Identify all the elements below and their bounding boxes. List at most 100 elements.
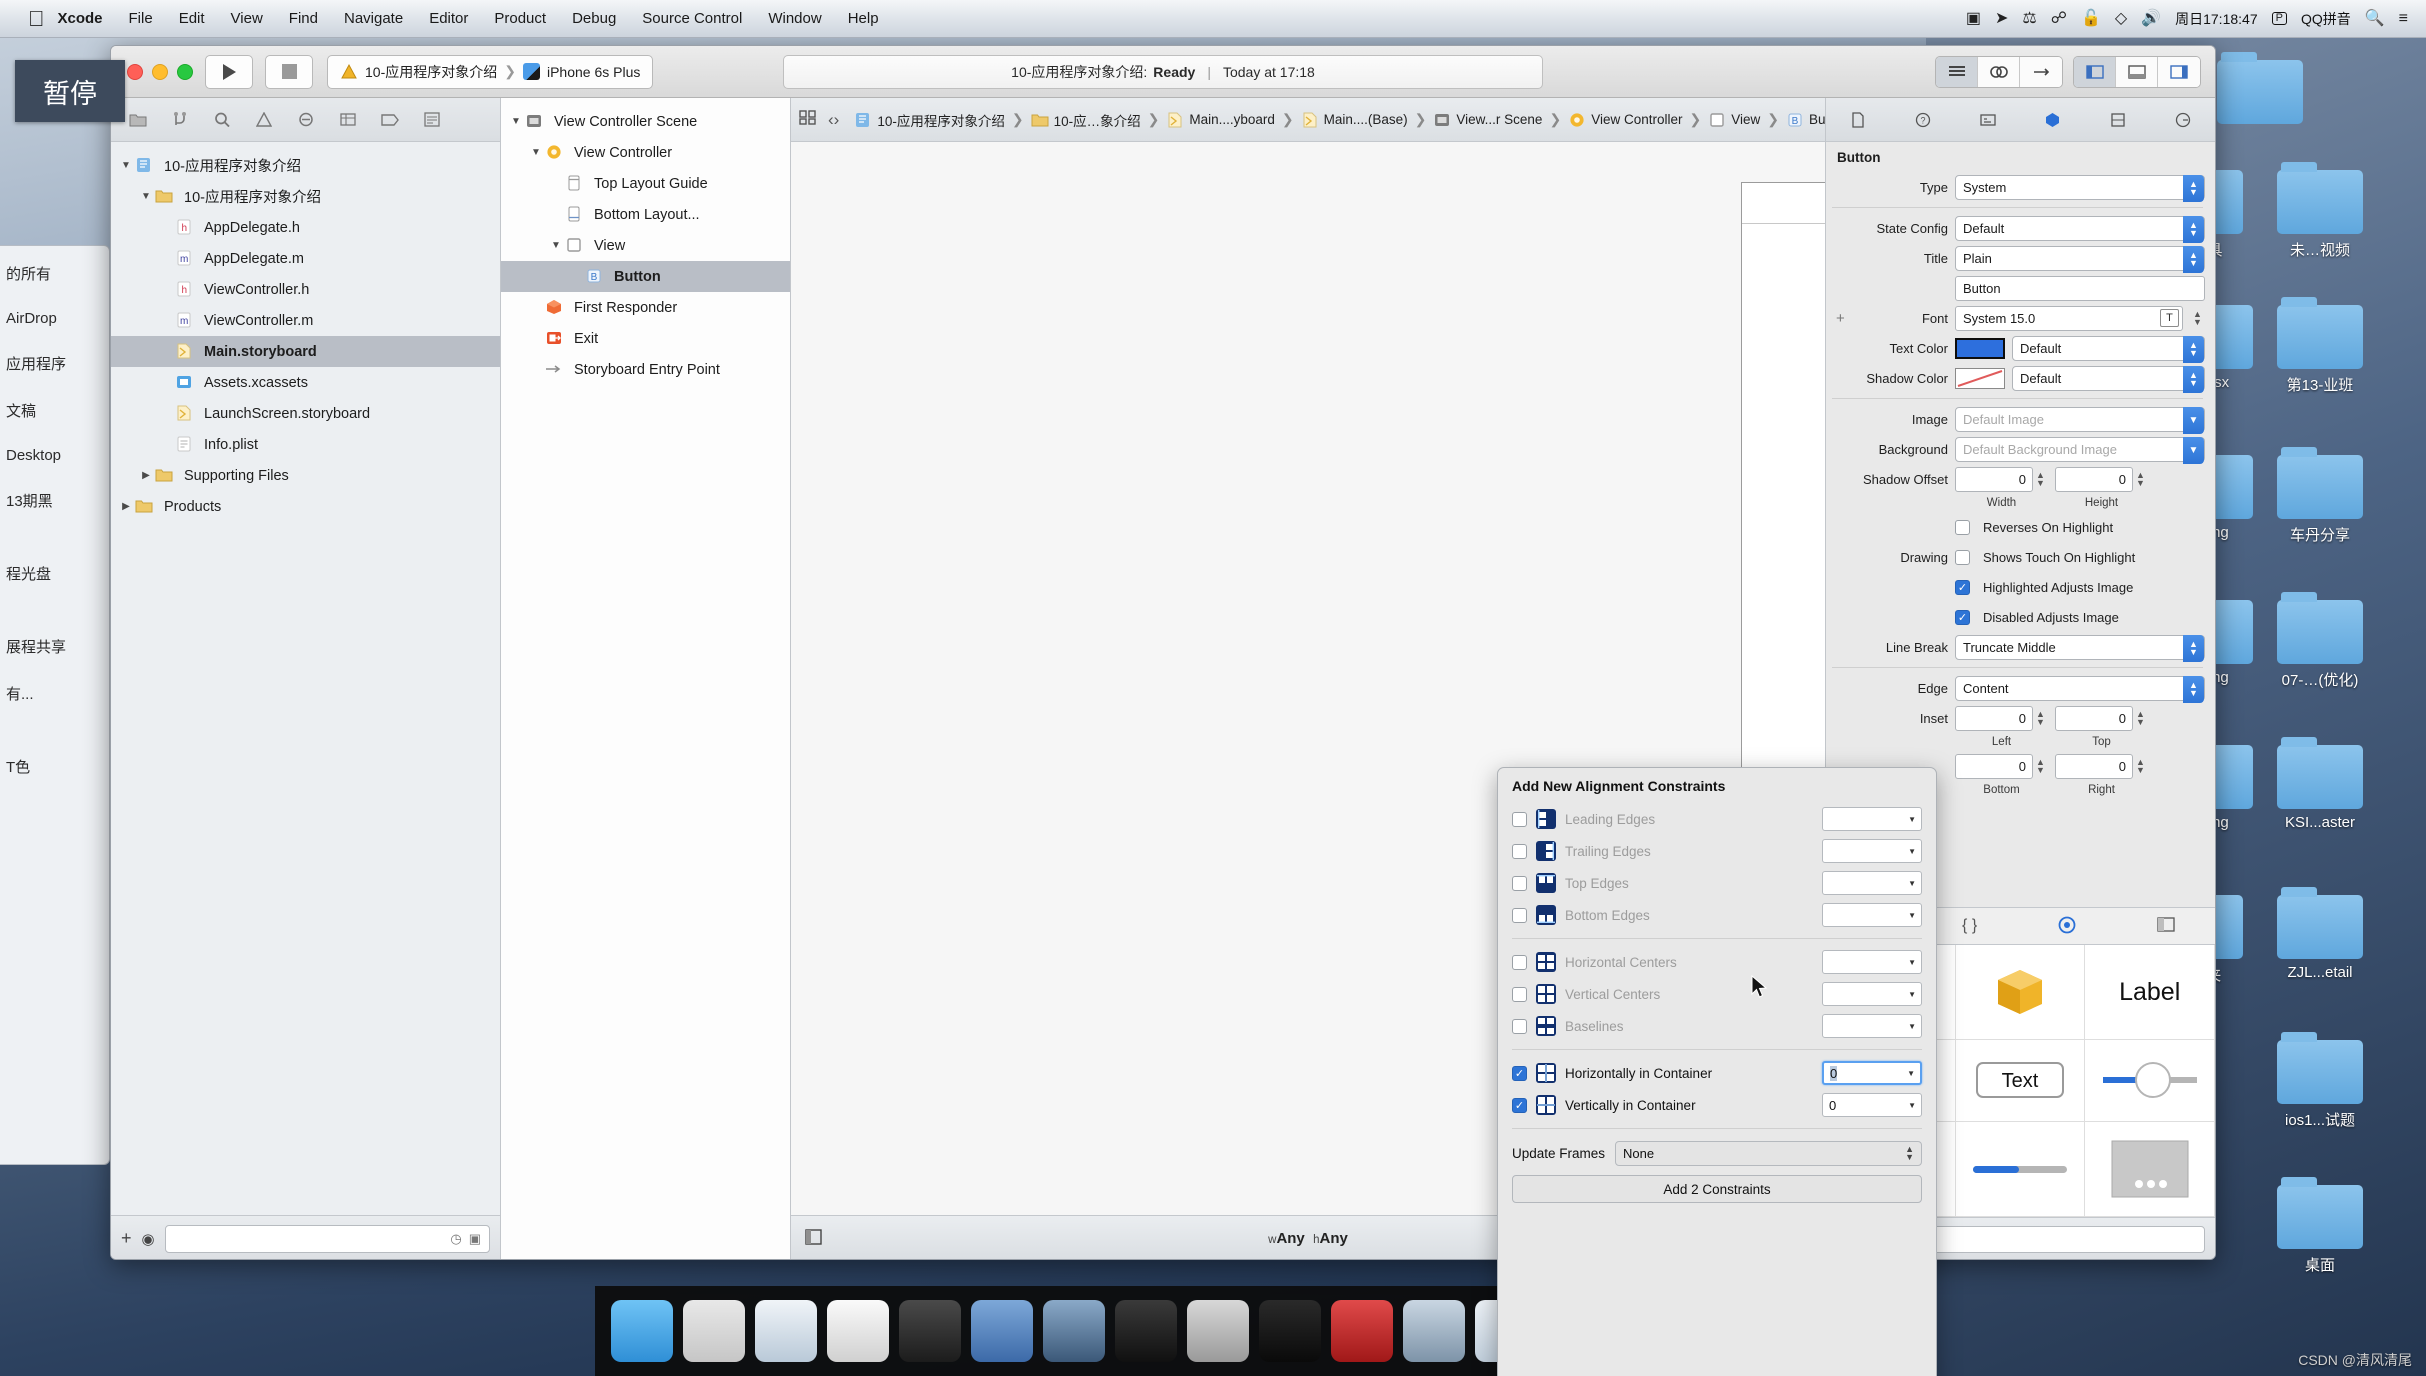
popup-type[interactable]: System ▲ ▼ xyxy=(1955,174,2205,202)
library-item-progress-view[interactable] xyxy=(1955,1121,2086,1217)
library-item-slider[interactable] xyxy=(2085,1040,2215,1122)
color-swatch[interactable] xyxy=(1955,337,2005,359)
menu-item-help[interactable]: Help xyxy=(835,10,892,27)
library-item-page-control[interactable] xyxy=(2085,1121,2215,1217)
checkbox-baselines[interactable] xyxy=(1512,1018,1527,1034)
size-class-indicator[interactable]: wAny hAny xyxy=(1268,1230,1348,1247)
location-icon[interactable]: ➤ xyxy=(1995,10,2008,27)
tree-row[interactable]: Top Layout Guide xyxy=(501,168,790,199)
menu-item-editor[interactable]: Editor xyxy=(416,10,481,27)
tree-row[interactable]: Main.storyboard xyxy=(111,336,500,367)
shadow-offset-height[interactable]: 0 xyxy=(2055,466,2133,492)
window-controls[interactable] xyxy=(127,63,193,80)
menu-item-window[interactable]: Window xyxy=(755,10,834,27)
document-outline-toggle-icon[interactable] xyxy=(805,1229,822,1248)
shadow-offset-height-stepper[interactable]: ▲ ▼ xyxy=(2133,467,2148,492)
checkbox-leading-edges[interactable] xyxy=(1512,811,1527,827)
constraint-value-combo[interactable]: ▼ xyxy=(1822,871,1922,895)
code-snippet-library-icon[interactable]: { } xyxy=(1962,917,1977,935)
disclosure-right-icon[interactable]: ▶ xyxy=(137,470,155,481)
xcode-icon[interactable] xyxy=(971,1300,1033,1362)
title-text-field[interactable]: Button xyxy=(1955,275,2205,301)
stop-button[interactable] xyxy=(265,54,313,89)
menu-item-view[interactable]: View xyxy=(218,10,276,27)
constraint-value-combo[interactable]: 0 ▼ xyxy=(1822,1093,1922,1117)
standard-editor-icon[interactable] xyxy=(1936,56,1978,87)
desktop-icon[interactable]: 未…视频 xyxy=(2270,162,2370,260)
volume-icon[interactable]: 🔊 xyxy=(2141,10,2161,27)
tree-row[interactable]: h ViewController.h xyxy=(111,274,500,305)
safari-icon[interactable] xyxy=(755,1300,817,1362)
checkbox-vertical-centers[interactable] xyxy=(1512,986,1527,1002)
inset-top[interactable]: 0 xyxy=(2055,705,2133,731)
desktop-icon[interactable]: 第13-业班 xyxy=(2270,297,2370,395)
finder-sidebar-item[interactable]: 程光盘 xyxy=(0,550,108,597)
disclosure-down-icon[interactable]: ▼ xyxy=(117,160,135,171)
identity-inspector-icon[interactable] xyxy=(1969,105,2007,135)
breadcrumb-item[interactable]: View...r Scene xyxy=(1430,112,1545,128)
font-field[interactable]: System 15.0 T xyxy=(1955,305,2183,331)
finder-sidebar-item[interactable] xyxy=(0,717,108,743)
add-file-icon[interactable]: + xyxy=(121,1228,132,1249)
unsaved-icon[interactable]: ▣ xyxy=(469,1231,481,1247)
breadcrumb-item[interactable]: 10-应…象介绍 xyxy=(1028,110,1144,130)
breakpoint-navigator-icon[interactable] xyxy=(369,105,411,135)
close-button[interactable] xyxy=(127,63,143,80)
breadcrumb-item[interactable]: View xyxy=(1705,112,1763,128)
checkbox-top-edges[interactable] xyxy=(1512,875,1527,891)
tree-row[interactable]: h AppDelegate.h xyxy=(111,212,500,243)
inspector-tab-bar[interactable]: ? xyxy=(1826,98,2215,142)
tree-row[interactable]: ▼ View xyxy=(501,230,790,261)
constraint-value-combo[interactable]: ▼ xyxy=(1822,839,1922,863)
breadcrumb-item[interactable]: View Controller xyxy=(1565,112,1685,128)
menu-item-source-control[interactable]: Source Control xyxy=(629,10,755,27)
forward-button[interactable]: › xyxy=(834,110,840,130)
settings-icon[interactable] xyxy=(1187,1300,1249,1362)
utilities-toggle-icon[interactable] xyxy=(2158,56,2200,87)
navigator-toggle-icon[interactable] xyxy=(2074,56,2116,87)
tree-row[interactable]: ▼ View Controller xyxy=(501,137,790,168)
desktop-icon[interactable]: ZJL...etail xyxy=(2270,887,2370,981)
disclosure-right-icon[interactable]: ▶ xyxy=(117,501,135,512)
checkbox[interactable]: ✓ xyxy=(1955,609,1970,625)
combo-image[interactable]: Default Image ▼ xyxy=(1955,406,2205,434)
project-navigator-tree[interactable]: ▼ 10-应用程序对象介绍 ▼ 10-应用程序对象介绍 h AppDelegate.h m A… xyxy=(111,142,500,1215)
object-library-icon[interactable] xyxy=(2058,916,2076,937)
disclosure-down-icon[interactable]: ▼ xyxy=(527,147,545,158)
issue-navigator-icon[interactable] xyxy=(243,105,285,135)
inset-bottom-stepper[interactable]: ▲ ▼ xyxy=(2033,754,2048,779)
tree-row[interactable]: ▼ 10-应用程序对象介绍 xyxy=(111,150,500,181)
related-files-icon[interactable] xyxy=(799,109,816,130)
checkbox-vertically-in-container[interactable]: ✓ xyxy=(1512,1097,1527,1113)
color-popup[interactable]: Default ▲ ▼ xyxy=(2012,365,2205,393)
constraint-value-combo[interactable]: ▼ xyxy=(1822,982,1922,1006)
combo-background[interactable]: Default Background Image ▼ xyxy=(1955,436,2205,464)
menu-item-xcode[interactable]: Xcode xyxy=(45,10,116,27)
finder-sidebar-item[interactable]: T色 xyxy=(0,743,108,790)
version-editor-icon[interactable] xyxy=(2020,56,2062,87)
finder-sidebar-item[interactable]: 13期黑 xyxy=(0,477,108,524)
terminal-icon[interactable] xyxy=(1115,1300,1177,1362)
checkbox-horizontal-centers[interactable] xyxy=(1512,954,1527,970)
finder-sidebar-item[interactable] xyxy=(0,524,108,550)
constraint-value-combo[interactable]: ▼ xyxy=(1822,807,1922,831)
zoom-button[interactable] xyxy=(177,63,193,80)
constraint-value-combo[interactable]: ▼ xyxy=(1822,1014,1922,1038)
color-popup[interactable]: Default ▲ ▼ xyxy=(2012,335,2205,363)
document-outline-tree[interactable]: ▼ View Controller Scene ▼ View Controller To… xyxy=(501,98,790,385)
attributes-inspector-icon[interactable] xyxy=(2034,105,2072,135)
library-item-text-field[interactable]: Text xyxy=(1955,1040,2086,1122)
scheme-selector[interactable]: 10-应用程序对象介绍 ❯ iPhone 6s Plus xyxy=(327,54,654,89)
tree-row[interactable]: First Responder xyxy=(501,292,790,323)
checkbox-bottom-edges[interactable] xyxy=(1512,907,1527,923)
displays-icon[interactable] xyxy=(1403,1300,1465,1362)
input-badge[interactable]: P xyxy=(2271,12,2287,25)
apple-icon[interactable]:  xyxy=(28,7,45,30)
tree-row[interactable]: ▼ 10-应用程序对象介绍 xyxy=(111,181,500,212)
source-control-navigator-icon[interactable] xyxy=(159,105,201,135)
menu-item-navigate[interactable]: Navigate xyxy=(331,10,416,27)
wifi-icon[interactable]: ◇ xyxy=(2115,10,2127,27)
control-center-icon[interactable]: ≡ xyxy=(2399,10,2408,27)
checkbox-horizontally-in-container[interactable]: ✓ xyxy=(1512,1065,1527,1081)
tree-row[interactable]: Assets.xcassets xyxy=(111,367,500,398)
